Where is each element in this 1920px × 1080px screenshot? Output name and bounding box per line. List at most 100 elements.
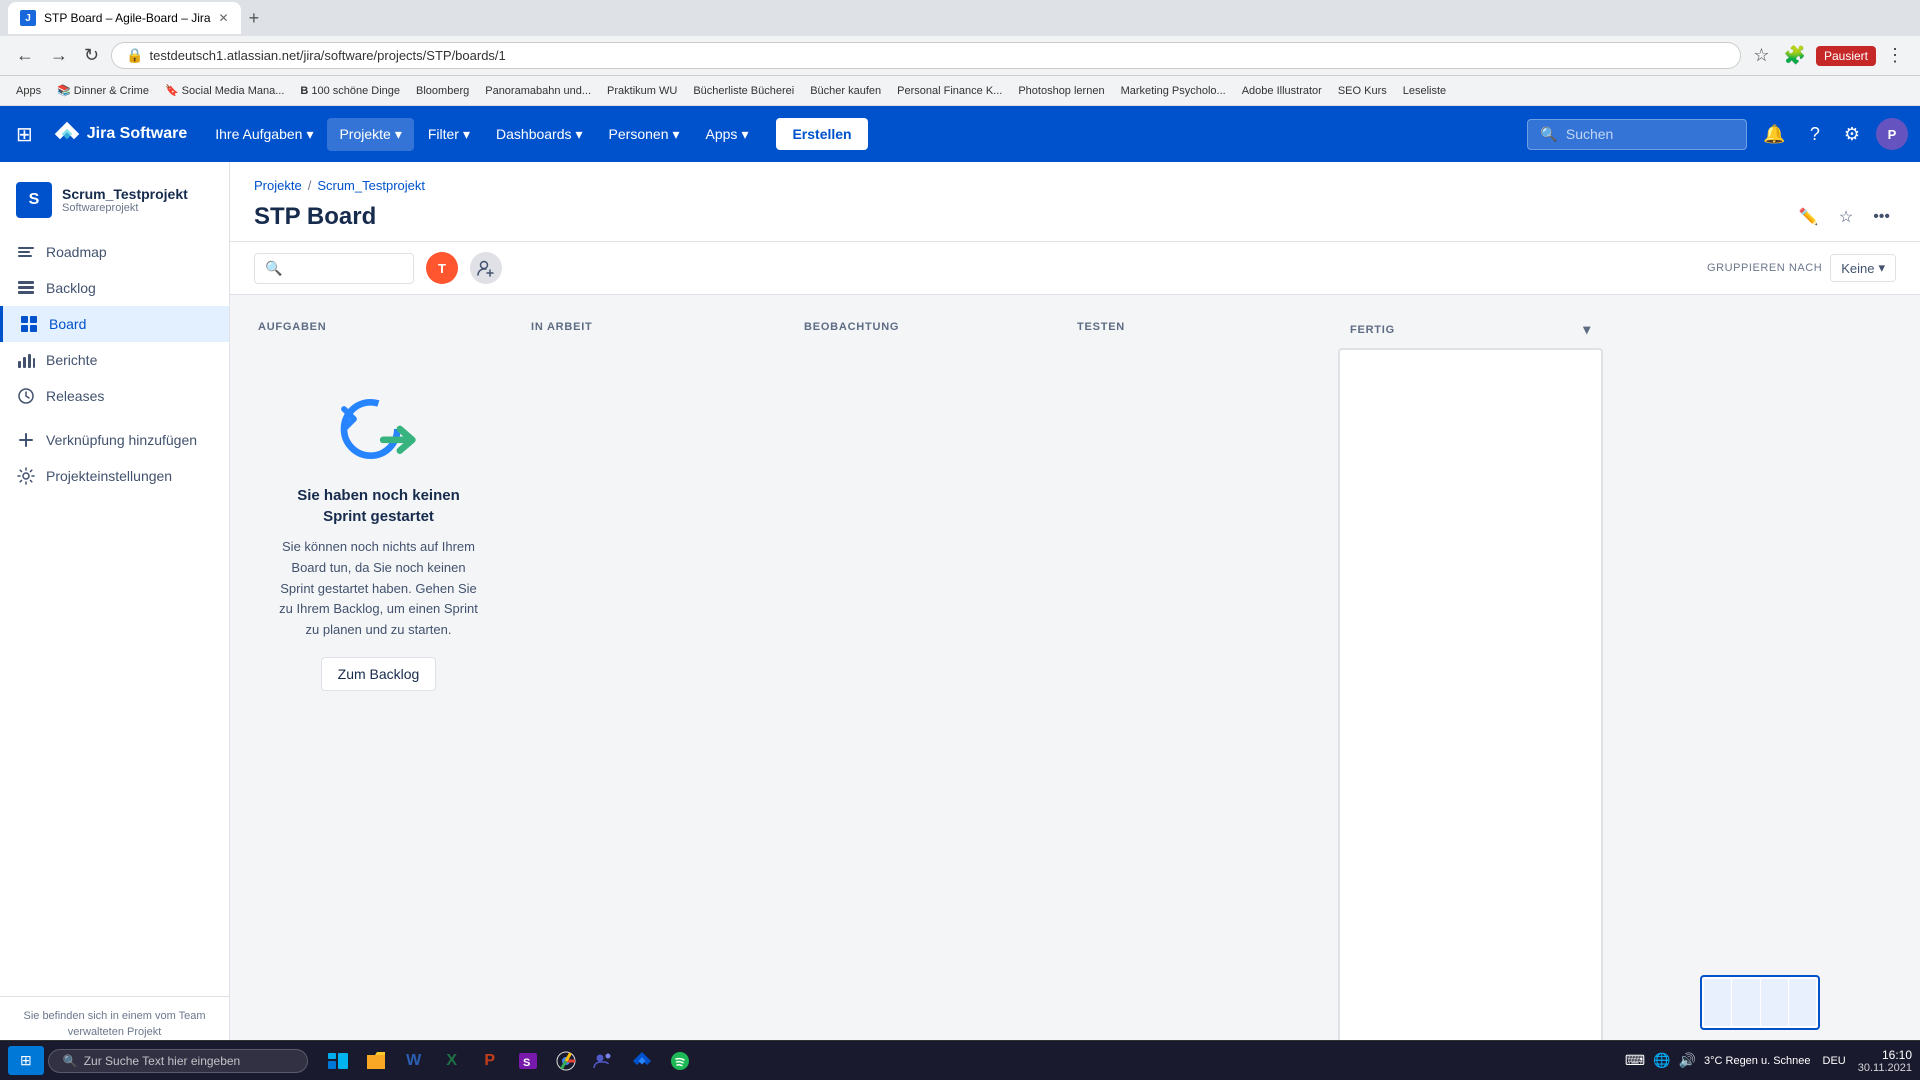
browser-controls: ← → ↻ 🔒 testdeutsch1.atlassian.net/jira/… [0,36,1920,76]
bookmark-buecherl[interactable]: Bücherliste Bücherei [687,83,800,99]
bookmark-marketing[interactable]: Marketing Psycholo... [1115,83,1232,99]
more-actions-button[interactable]: ••• [1867,202,1896,232]
forward-button[interactable]: → [46,41,72,70]
new-tab-button[interactable]: + [249,8,260,29]
main-content: S Scrum_Testprojekt Softwareprojekt Road… [0,162,1920,1080]
empty-state-aufgaben: Sie haben noch keinen Sprint gestartet S… [254,349,503,731]
profile-button[interactable]: Pausiert [1816,46,1876,66]
user-filter-avatar[interactable]: T [426,252,458,284]
bookmark-dinner[interactable]: 📚 Dinner & Crime [51,82,155,99]
help-button[interactable]: ? [1802,116,1828,153]
bookmark-photoshop[interactable]: Photoshop lernen [1012,83,1110,99]
sidebar-item-releases[interactable]: Releases [0,378,229,414]
groupby-select[interactable]: Keine ▾ [1830,254,1896,282]
bookmark-apps[interactable]: Apps [10,83,47,99]
star-board-button[interactable]: ☆ [1833,201,1859,233]
filter-search-box[interactable]: 🔍 [254,253,414,284]
taskbar-app-jira[interactable] [624,1043,660,1079]
column-label-aufgaben: AUFGABEN [258,321,327,333]
bookmark-leseliste[interactable]: Leseliste [1397,83,1452,99]
chevron-down-icon: ▾ [576,126,583,143]
nav-dashboards[interactable]: Dashboards ▾ [484,118,595,151]
nav-personen[interactable]: Personen ▾ [597,118,692,151]
settings-icon [16,466,36,486]
taskbar-app-word[interactable]: W [396,1043,432,1079]
bookmark-personal-finance[interactable]: Personal Finance K... [891,83,1008,99]
nav-projekte[interactable]: Projekte ▾ [327,118,413,151]
sidebar-item-board[interactable]: Board [0,306,229,342]
user-avatar[interactable]: P [1876,118,1908,150]
bookmark-label: Bücherliste Bücherei [693,85,794,97]
start-button[interactable]: ⊞ [8,1046,44,1075]
sidebar-nav: Roadmap Backlog Board [0,234,229,996]
preview-col-3 [1761,979,1788,1026]
bookmark-buecher-kaufen[interactable]: Bücher kaufen [804,83,887,99]
taskbar-clock[interactable]: 16:10 30.11.2021 [1858,1048,1912,1074]
back-button[interactable]: ← [12,41,38,70]
bookmark-panorama[interactable]: Panoramabahn und... [479,83,597,99]
nav-apps[interactable]: Apps ▾ [694,118,761,151]
bookmark-adobe[interactable]: Adobe Illustrator [1236,83,1328,99]
column-header-testen: TESTEN [1065,311,1330,343]
page-title: STP Board [254,203,376,231]
add-member-button[interactable] [470,252,502,284]
column-body-fertig [1338,348,1603,1080]
sidebar-item-backlog[interactable]: Backlog [0,270,229,306]
settings-button[interactable]: ⚙ [1836,116,1868,153]
taskbar-app-onenote[interactable]: S [510,1043,546,1079]
taskbar-app-spotify[interactable] [662,1043,698,1079]
breadcrumb-separator: / [308,178,312,193]
bookmark-label: Marketing Psycholo... [1121,85,1226,97]
chevron-down-icon: ▾ [306,126,313,143]
project-avatar: S [16,182,52,218]
taskbar-app-files[interactable] [320,1043,356,1079]
bookmark-button[interactable]: ☆ [1749,41,1773,70]
address-bar[interactable]: 🔒 testdeutsch1.atlassian.net/jira/softwa… [111,42,1741,69]
taskbar-app-powerpoint[interactable]: P [472,1043,508,1079]
search-icon: 🔍 [1540,126,1557,143]
bookmark-praktikum[interactable]: Praktikum WU [601,83,683,99]
column-label-testen: TESTEN [1077,321,1125,333]
taskbar-app-chrome[interactable] [548,1043,584,1079]
nav-ihre-aufgaben[interactable]: Ihre Aufgaben ▾ [203,118,325,151]
bookmark-bloomberg[interactable]: Bloomberg [410,83,475,99]
sidebar-item-berichte[interactable]: Berichte [0,342,229,378]
preview-col-4 [1789,979,1816,1026]
nav-filter[interactable]: Filter ▾ [416,118,482,151]
menu-button[interactable]: ⋮ [1882,41,1908,70]
refresh-button[interactable]: ↻ [80,41,103,70]
filter-search-input[interactable] [288,261,403,276]
sprint-illustration [329,389,429,469]
taskbar-search[interactable]: 🔍 Zur Suche Text hier eingeben [48,1049,308,1073]
bookmark-seo[interactable]: SEO Kurs [1332,83,1393,99]
bookmarks-bar: Apps 📚 Dinner & Crime 🔖 Social Media Man… [0,76,1920,106]
taskbar-app-teams[interactable] [586,1043,622,1079]
bookmark-100dinge[interactable]: B 100 schöne Dinge [294,83,406,99]
column-beobachtung: BEOBACHTUNG [792,311,1057,1080]
notifications-button[interactable]: 🔔 [1755,116,1793,153]
breadcrumb-projekte[interactable]: Projekte [254,178,302,193]
weather-text: 3°C Regen u. Schnee [1704,1055,1811,1067]
sidebar-item-settings[interactable]: Projekteinstellungen [0,458,229,494]
active-tab[interactable]: J STP Board – Agile-Board – Jira ✕ [8,2,241,34]
column-label-fertig: FERTIG [1350,324,1395,336]
sidebar-item-roadmap[interactable]: Roadmap [0,234,229,270]
sidebar-item-add-link[interactable]: Verknüpfung hinzufügen [0,422,229,458]
extensions-button[interactable]: 🧩 [1780,41,1810,70]
breadcrumb-project[interactable]: Scrum_Testprojekt [317,178,425,193]
tab-close-btn[interactable]: ✕ [219,11,229,25]
jira-logo[interactable]: Jira Software [45,112,195,156]
tab-title: STP Board – Agile-Board – Jira [44,11,211,25]
search-bar[interactable]: 🔍 Suchen [1527,119,1747,150]
taskbar-app-explorer[interactable] [358,1043,394,1079]
create-button[interactable]: Erstellen [776,118,867,150]
groupby-section: GRUPPIEREN NACH Keine ▾ [1707,254,1896,282]
bookmark-social[interactable]: 🔖 Social Media Mana... [159,82,290,99]
edit-board-button[interactable]: ✏️ [1793,201,1825,233]
taskbar-app-excel[interactable]: X [434,1043,470,1079]
groupby-label: GRUPPIEREN NACH [1707,262,1822,274]
zum-backlog-button[interactable]: Zum Backlog [321,657,437,691]
fertig-dropdown-icon[interactable]: ▾ [1583,321,1591,338]
apps-grid-button[interactable]: ⊞ [12,118,37,151]
bookmark-label: Adobe Illustrator [1242,85,1322,97]
